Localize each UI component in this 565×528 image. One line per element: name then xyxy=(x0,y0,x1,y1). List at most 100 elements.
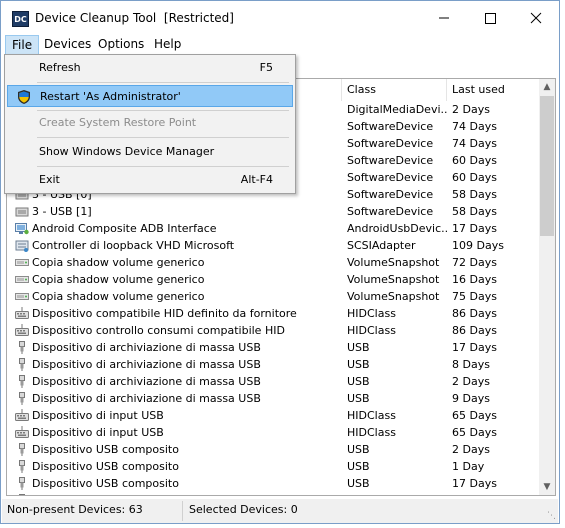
menu-item-label: Exit xyxy=(39,173,60,186)
status-non-present-devices: Non-present Devices: 63 xyxy=(7,503,143,516)
resize-grip-icon[interactable]: ⋱ xyxy=(547,511,556,521)
device-class-cell: VolumeSnapshot xyxy=(347,273,440,286)
menu-item-label: Show Windows Device Manager xyxy=(39,145,215,158)
usb-plug-icon xyxy=(15,460,29,473)
menu-item-label: Create System Restore Point xyxy=(39,116,197,129)
scroll-up-arrow-icon[interactable]: ▲ xyxy=(539,79,555,95)
device-class-cell: USB xyxy=(347,358,370,371)
device-name-cell: Copia shadow volume generico xyxy=(32,256,205,269)
volume-icon xyxy=(15,256,29,269)
usb-plug-icon xyxy=(15,358,29,371)
menu-file[interactable]: File xyxy=(5,35,40,55)
table-row[interactable]: Dispositivo USB composito USB 2 Days xyxy=(7,441,539,458)
device-name-cell: Copia shadow volume generico xyxy=(32,273,205,286)
column-header-class[interactable]: Class xyxy=(342,79,447,101)
last-used-cell: 74 Days xyxy=(452,137,497,150)
usb-plug-icon xyxy=(15,494,29,495)
last-used-cell: 65 Days xyxy=(452,409,497,422)
last-used-cell: 72 Days xyxy=(452,256,497,269)
table-row[interactable]: Copia shadow volume generico VolumeSnapsh… xyxy=(7,271,539,288)
device-name-cell: Dispositivo controllo consumi compatibil… xyxy=(32,324,285,337)
device-class-cell: SoftwareDevice xyxy=(347,154,434,167)
menu-help[interactable]: Help xyxy=(148,35,187,54)
table-row[interactable]: Dispositivo di archiviazione di massa US… xyxy=(7,356,539,373)
menu-item-show-device-manager[interactable]: Show Windows Device Manager xyxy=(7,141,293,163)
table-row[interactable]: Copia shadow volume generico VolumeSnapsh… xyxy=(7,288,539,305)
table-row[interactable]: Dispositivo di input USB HIDClass 65 Days xyxy=(7,424,539,441)
table-row[interactable]: Dispositivo USB composito USB 17 Days xyxy=(7,475,539,492)
table-row[interactable]: Dispositivo USB composito USB 1 Day xyxy=(7,458,539,475)
menu-devices[interactable]: Devices xyxy=(38,35,97,54)
device-name-cell: Android Composite ADB Interface xyxy=(32,222,217,235)
menu-separator xyxy=(37,110,289,111)
title-bar[interactable]: DC Device Cleanup Tool [Restricted] xyxy=(1,1,559,35)
device-name-cell: Dispositivo USB composito xyxy=(32,460,179,473)
device-class-cell: SoftwareDevice xyxy=(347,137,434,150)
device-class-cell: HIDClass xyxy=(347,307,396,320)
maximize-button[interactable] xyxy=(467,1,513,35)
hid-device-icon xyxy=(15,307,29,320)
table-row[interactable]: Copia shadow volume generico VolumeSnapsh… xyxy=(7,254,539,271)
scroll-down-arrow-icon[interactable]: ▼ xyxy=(539,479,555,495)
device-class-cell: USB xyxy=(347,460,370,473)
last-used-cell: 109 Days xyxy=(452,239,504,252)
menu-separator xyxy=(37,166,289,167)
device-name-cell: Dispositivo USB composito xyxy=(32,492,337,495)
minimize-button[interactable] xyxy=(421,1,467,35)
table-row[interactable]: Dispositivo di archiviazione di massa US… xyxy=(7,339,539,356)
device-name-cell: Dispositivo compatibile HID definito da … xyxy=(32,307,297,320)
vertical-scrollbar[interactable]: ▲ ▼ xyxy=(539,79,555,495)
table-row[interactable]: 3 - USB [1] SoftwareDevice 58 Days xyxy=(7,203,539,220)
last-used-cell: 17 Days xyxy=(452,222,497,235)
app-icon: DC xyxy=(12,11,29,27)
hid-device-icon xyxy=(15,426,29,439)
last-used-cell: 17 Days xyxy=(452,477,497,490)
table-row[interactable]: Android Composite ADB Interface AndroidUs… xyxy=(7,220,539,237)
menu-options[interactable]: Options xyxy=(92,35,150,54)
usb-plug-icon xyxy=(15,443,29,456)
menu-item-shortcut: F5 xyxy=(259,61,273,74)
device-class-cell: SoftwareDevice xyxy=(347,171,434,184)
uac-shield-icon xyxy=(16,89,32,105)
last-used-cell: 2 Days xyxy=(452,443,490,456)
table-row[interactable]: Dispositivo di input USB HIDClass 65 Days xyxy=(7,407,539,424)
device-class-cell: USB xyxy=(347,341,370,354)
list-top-strip xyxy=(296,54,558,77)
column-header-last-used[interactable]: Last used xyxy=(447,79,539,101)
scrollbar-thumb[interactable] xyxy=(540,96,554,236)
table-row[interactable]: Controller di loopback VHD Microsoft SCSI… xyxy=(7,237,539,254)
device-name-cell: Dispositivo USB composito xyxy=(32,443,179,456)
last-used-cell: 86 Days xyxy=(452,307,497,320)
close-button[interactable] xyxy=(513,1,559,35)
usb-plug-icon xyxy=(15,392,29,405)
status-selected-devices: Selected Devices: 0 xyxy=(189,503,298,516)
menu-item-refresh[interactable]: Refresh F5 xyxy=(7,57,293,79)
table-row[interactable]: Dispositivo di archiviazione di massa US… xyxy=(7,373,539,390)
usb-plug-icon xyxy=(15,477,29,490)
table-row[interactable]: Dispositivo compatibile HID definito da … xyxy=(7,305,539,322)
table-row[interactable]: Dispositivo di archiviazione di massa US… xyxy=(7,390,539,407)
device-class-cell: SoftwareDevice xyxy=(347,120,434,133)
table-row[interactable]: Dispositivo USB composito USB 1 Day xyxy=(7,492,539,495)
maximize-icon xyxy=(485,13,496,24)
status-divider xyxy=(182,501,183,521)
device-name-cell: Controller di loopback VHD Microsoft xyxy=(32,239,235,252)
close-icon xyxy=(530,12,542,24)
menu-item-exit[interactable]: Exit Alt-F4 xyxy=(7,169,293,191)
last-used-cell: 60 Days xyxy=(452,154,497,167)
status-bar: Non-present Devices: 63 Selected Devices… xyxy=(2,499,558,523)
last-used-cell: 58 Days xyxy=(452,188,497,201)
menu-item-restart-as-administrator[interactable]: Restart 'As Administrator' xyxy=(7,85,293,107)
menu-item-shortcut: Alt-F4 xyxy=(240,173,273,186)
volume-icon xyxy=(15,273,29,286)
table-row[interactable]: Dispositivo controllo consumi compatibil… xyxy=(7,322,539,339)
last-used-cell: 1 Day xyxy=(452,460,485,473)
device-name-cell: Dispositivo di archiviazione di massa US… xyxy=(32,375,261,388)
device-class-cell: SCSIAdapter xyxy=(347,239,416,252)
last-used-cell: 2 Days xyxy=(452,103,490,116)
storage-controller-icon xyxy=(15,239,29,252)
window-title: Device Cleanup Tool [Restricted] xyxy=(35,11,234,25)
device-name-cell: Dispositivo di archiviazione di massa US… xyxy=(32,341,261,354)
menu-item-create-restore-point: Create System Restore Point xyxy=(7,112,293,134)
last-used-cell: 1 Day xyxy=(452,492,537,495)
